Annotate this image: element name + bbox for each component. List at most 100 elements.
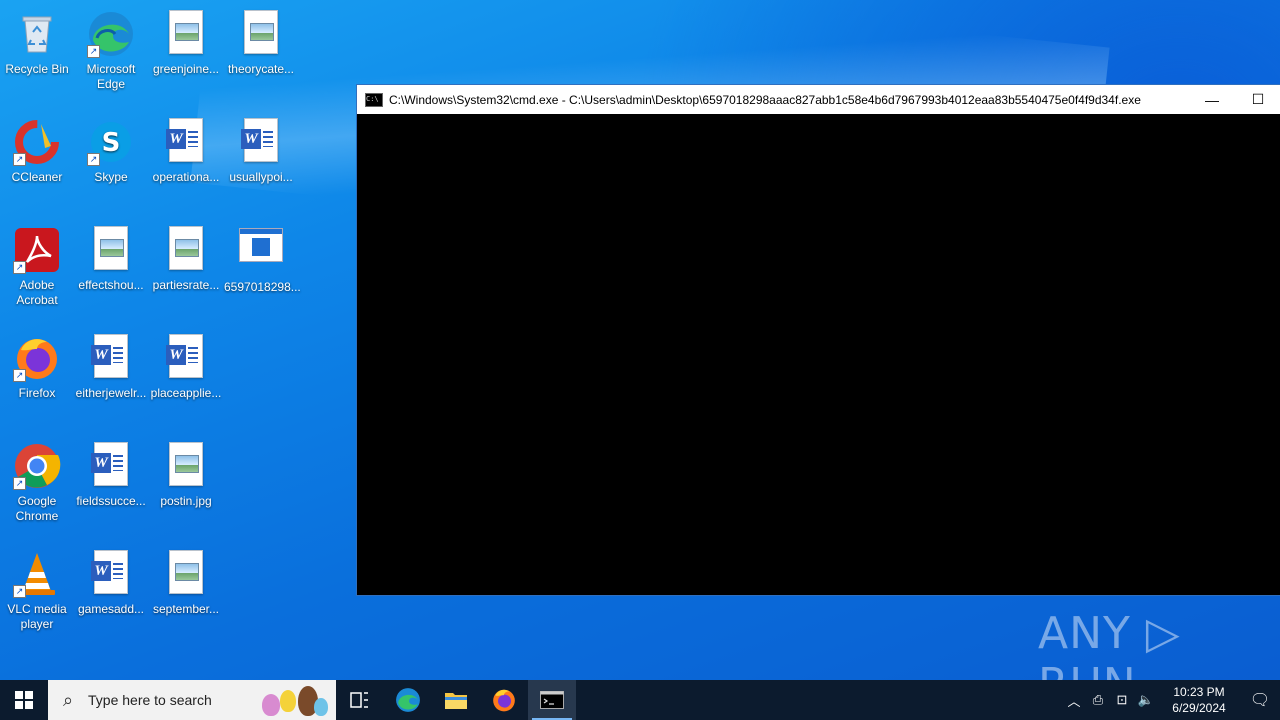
image-file-icon xyxy=(162,442,210,490)
desktop-icon-recycle-bin[interactable]: Recycle Bin xyxy=(0,4,74,77)
desktop-icon-microsoft-edge[interactable]: ↗ Microsoft Edge xyxy=(74,4,148,92)
desktop-icon-label: placeapplie... xyxy=(150,386,222,400)
image-file-icon xyxy=(162,550,210,598)
taskbar-firefox[interactable] xyxy=(480,680,528,720)
image-file-icon xyxy=(237,10,285,58)
cmd-window[interactable]: C:\ C:\Windows\System32\cmd.exe - C:\Use… xyxy=(356,84,1280,596)
console-output[interactable] xyxy=(357,114,1280,594)
desktop-icon-label: Google Chrome xyxy=(15,494,59,523)
system-tray: ︿ ⎙ ⊡ 🔈 10:23 PM 6/29/2024 🗨 xyxy=(1062,680,1280,720)
windows-logo-icon xyxy=(15,691,33,709)
folder-icon xyxy=(445,693,467,709)
cmd-icon xyxy=(540,691,564,709)
word-file-icon: W xyxy=(162,118,210,166)
desktop-icon-label: effectshou... xyxy=(78,278,144,292)
desktop-icon-word-file[interactable]: W usuallypoi... xyxy=(224,112,298,185)
desktop-icon-vlc[interactable]: ↗ VLC media player xyxy=(0,544,74,632)
word-file-icon: W xyxy=(162,334,210,382)
shortcut-arrow-icon: ↗ xyxy=(13,369,26,382)
word-file-icon: W xyxy=(87,550,135,598)
clock-date: 6/29/2024 xyxy=(1172,701,1226,715)
notification-icon[interactable]: 🗨 xyxy=(1240,690,1280,710)
shortcut-arrow-icon: ↗ xyxy=(87,45,100,58)
shortcut-arrow-icon: ↗ xyxy=(87,153,100,166)
desktop-icon-word-file[interactable]: W gamesadd... xyxy=(74,544,148,617)
window-title: C:\Windows\System32\cmd.exe - C:\Users\a… xyxy=(389,92,1141,107)
word-file-icon: W xyxy=(237,118,285,166)
image-file-icon xyxy=(162,226,210,274)
desktop-icon-label: VLC media player xyxy=(7,602,67,631)
desktop-icon-image-file[interactable]: partiesrate... xyxy=(149,220,223,293)
firefox-icon xyxy=(493,689,515,712)
desktop-icon-word-file[interactable]: W operationa... xyxy=(149,112,223,185)
recycle-bin-icon xyxy=(13,10,61,58)
task-view-icon xyxy=(350,692,368,708)
taskbar-edge[interactable] xyxy=(384,680,432,720)
desktop-icon-label: theorycate... xyxy=(227,62,295,76)
word-file-icon: W xyxy=(87,442,135,490)
svg-text:S: S xyxy=(102,128,121,158)
search-highlight-image xyxy=(258,684,330,716)
cmd-icon: C:\ xyxy=(365,92,383,107)
desktop-icon-label: fieldssucce... xyxy=(76,494,146,508)
chrome-icon: ↗ xyxy=(13,442,61,490)
desktop-icon-label: eitherjewelr... xyxy=(75,386,147,400)
chevron-up-icon[interactable]: ︿ xyxy=(1062,691,1086,710)
desktop-icon-exe-file[interactable]: 6597018298... xyxy=(224,220,301,295)
taskbar-cmd[interactable] xyxy=(528,680,576,720)
desktop-icon-label: postin.jpg xyxy=(160,494,212,508)
desktop-icon-google-chrome[interactable]: ↗ Google Chrome xyxy=(0,436,74,524)
search-box[interactable]: ⌕ Type here to search xyxy=(48,680,336,720)
desktop-icon-label: 6597018298... xyxy=(224,280,301,294)
desktop-icon-adobe-acrobat[interactable]: ↗ Adobe Acrobat xyxy=(0,220,74,308)
desktop-icon-image-file[interactable]: greenjoine... xyxy=(149,4,223,77)
desktop-icon-label: Adobe Acrobat xyxy=(16,278,58,307)
anyrun-watermark: ANY ▷ RUN xyxy=(1038,608,1181,710)
desktop-icon-word-file[interactable]: W eitherjewelr... xyxy=(74,328,148,401)
taskbar: ⌕ Type here to search ︿ ⎙ ⊡ 🔈 10:23 PM 6… xyxy=(0,680,1280,720)
desktop-icon-label: greenjoine... xyxy=(152,62,220,76)
desktop-icon-label: gamesadd... xyxy=(77,602,145,616)
desktop-icon-word-file[interactable]: W fieldssucce... xyxy=(74,436,148,509)
search-placeholder: Type here to search xyxy=(88,692,212,708)
desktop-icon-skype[interactable]: S ↗ Skype xyxy=(74,112,148,185)
image-file-icon xyxy=(162,10,210,58)
shortcut-arrow-icon: ↗ xyxy=(13,261,26,274)
clock-time: 10:23 PM xyxy=(1173,685,1225,699)
acrobat-icon: ↗ xyxy=(13,226,61,274)
desktop-icon-image-file[interactable]: theorycate... xyxy=(224,4,298,77)
maximize-button[interactable]: ☐ xyxy=(1235,85,1280,114)
desktop-icon-label: CCleaner xyxy=(11,170,63,184)
desktop-icon-label: partiesrate... xyxy=(152,278,220,292)
clock[interactable]: 10:23 PM 6/29/2024 xyxy=(1164,684,1234,716)
desktop-icon-ccleaner[interactable]: ↗ CCleaner xyxy=(0,112,74,185)
volume-icon[interactable]: 🔈 xyxy=(1134,692,1158,708)
firefox-icon: ↗ xyxy=(13,334,61,382)
network-icon[interactable]: ⊡ xyxy=(1110,692,1134,708)
desktop-icon-label: september... xyxy=(152,602,220,616)
shortcut-arrow-icon: ↗ xyxy=(13,477,26,490)
edge-icon: ↗ xyxy=(87,10,135,58)
desktop-icon-firefox[interactable]: ↗ Firefox xyxy=(0,328,74,401)
desktop-icon-label: usuallypoi... xyxy=(229,170,293,184)
vlc-icon: ↗ xyxy=(13,550,61,598)
desktop-icon-label: Firefox xyxy=(18,386,56,400)
shortcut-arrow-icon: ↗ xyxy=(13,153,26,166)
start-button[interactable] xyxy=(0,680,48,720)
taskbar-file-explorer[interactable] xyxy=(432,680,480,720)
window-titlebar[interactable]: C:\ C:\Windows\System32\cmd.exe - C:\Use… xyxy=(357,85,1280,114)
desktop-icon-word-file[interactable]: W placeapplie... xyxy=(149,328,223,401)
shortcut-arrow-icon: ↗ xyxy=(13,585,26,598)
search-icon: ⌕ xyxy=(62,689,74,710)
device-icon[interactable]: ⎙ xyxy=(1086,692,1110,708)
minimize-button[interactable]: — xyxy=(1189,85,1235,114)
desktop-icon-label: Recycle Bin xyxy=(5,62,69,76)
desktop-icon-image-file[interactable]: postin.jpg xyxy=(149,436,223,509)
ccleaner-icon: ↗ xyxy=(13,118,61,166)
executable-file-icon xyxy=(237,228,285,276)
desktop-icon-image-file[interactable]: effectshou... xyxy=(74,220,148,293)
word-file-icon: W xyxy=(87,334,135,382)
task-view-button[interactable] xyxy=(336,680,384,720)
image-file-icon xyxy=(87,226,135,274)
desktop-icon-image-file[interactable]: september... xyxy=(149,544,223,617)
